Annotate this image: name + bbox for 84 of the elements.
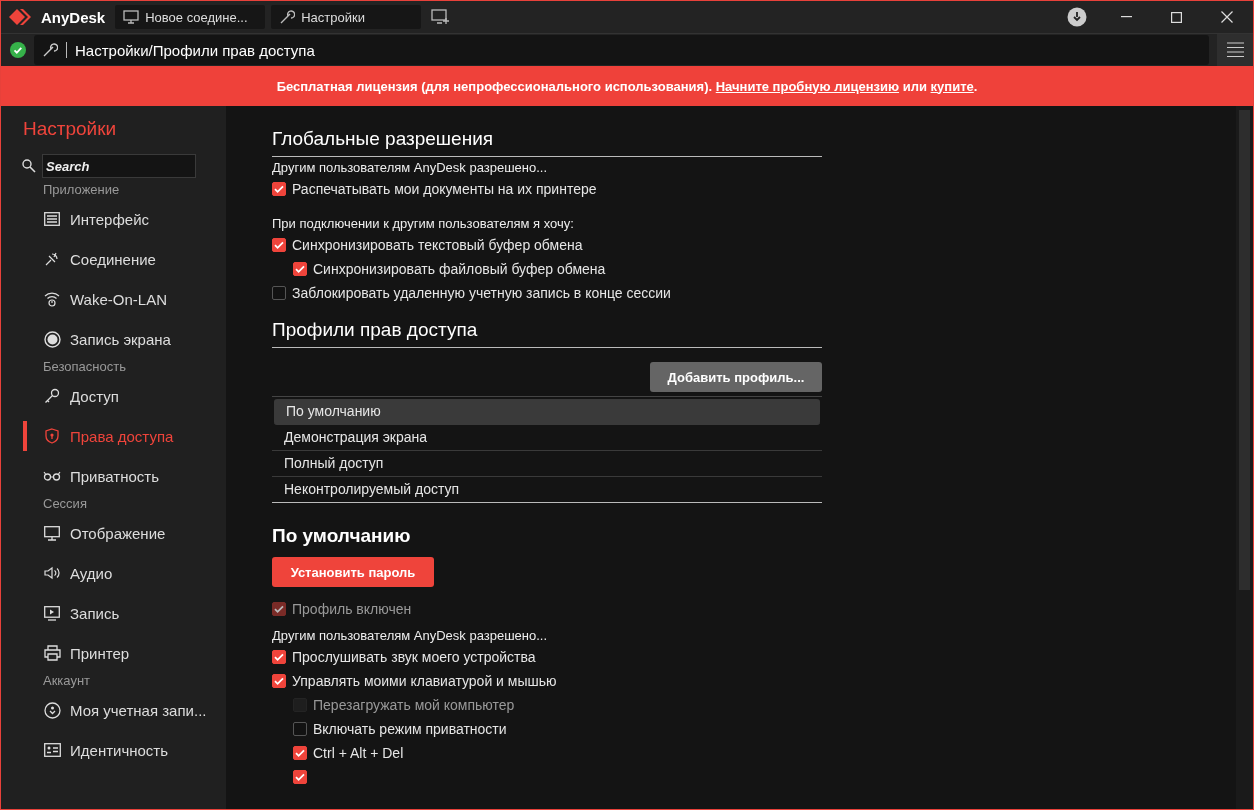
option-label: Прослушивать звук моего устройства	[292, 649, 536, 665]
printer-icon	[43, 645, 61, 661]
add-profile-button[interactable]: Добавить профиль...	[650, 362, 822, 392]
monitor-icon	[123, 10, 140, 24]
checkbox[interactable]	[272, 286, 286, 300]
banner-period: .	[973, 78, 978, 94]
sidebar-item[interactable]: Соединение	[1, 239, 226, 279]
option-label: Распечатывать мои документы на их принтере	[292, 181, 597, 197]
record-icon	[43, 330, 61, 348]
profile-list-item[interactable]: Полный доступ	[272, 451, 822, 477]
search-icon	[22, 159, 36, 173]
sidebar-item[interactable]: Идентичность	[1, 730, 226, 770]
license-notice: Бесплатная лицензия (для непрофессионального использования).	[276, 78, 713, 94]
minimize-icon[interactable]	[1121, 16, 1132, 18]
checkbox[interactable]	[293, 722, 307, 736]
section-title: Глобальные разрешения	[272, 128, 822, 157]
sidebar-item[interactable]: Интерфейс	[1, 199, 226, 239]
id-card-icon	[43, 743, 61, 757]
profile-list-item[interactable]: Демонстрация экрана	[272, 425, 822, 451]
sidebar-item[interactable]: Приватность	[1, 456, 226, 496]
satellite-icon	[44, 251, 60, 267]
intro-text: При подключении к другим пользователям я хочу:	[272, 215, 575, 233]
profile-list-item[interactable]: По умолчанию	[274, 399, 820, 425]
profile-list-item[interactable]: Неконтролируемый доступ	[272, 477, 822, 502]
address-field[interactable]: Настройки/Профили прав доступа	[34, 35, 1209, 65]
checkbox[interactable]	[272, 674, 286, 688]
app-name: AnyDesk	[41, 8, 106, 26]
menu-icon	[1226, 42, 1244, 58]
key-icon	[44, 388, 60, 404]
sidebar-item[interactable]: Отображение	[1, 513, 226, 553]
sidebar-item[interactable]: Доступ	[1, 376, 226, 416]
checkbox[interactable]	[293, 262, 307, 276]
option-label: Управлять моими клавиатурой и мышью	[292, 673, 557, 689]
option-label: Заблокировать удаленную учетную запись в конце сессии	[292, 285, 671, 301]
sidebar-item[interactable]: Права доступа	[1, 416, 226, 456]
new-tab-icon[interactable]	[431, 9, 450, 25]
trial-license-link[interactable]: Начните пробную лицензию	[715, 78, 900, 94]
tab[interactable]: Настройки	[271, 5, 422, 29]
sidebar-item[interactable]: Принтер	[1, 633, 226, 673]
shield-icon	[45, 428, 59, 444]
option-label: Перезагружать мой компьютер	[313, 697, 515, 713]
intro-text: Другим пользователям AnyDesk разрешено...	[272, 159, 549, 177]
settings-title: Настройки	[22, 118, 118, 140]
sidebar-item[interactable]: Запись экрана	[1, 319, 226, 359]
wifi-power-icon	[44, 291, 60, 307]
group-label: Аккаунт	[42, 673, 92, 690]
option-label: Синхронизировать текстовый буфер обмена	[292, 237, 583, 253]
option-label: Включать режим приватности	[313, 721, 507, 737]
wrench-icon	[42, 42, 58, 58]
monitor-icon	[44, 525, 60, 541]
account-icon	[43, 701, 61, 719]
buy-link[interactable]: купите	[930, 78, 974, 94]
sidebar-item[interactable]: Запись	[1, 593, 226, 633]
scrollbar[interactable]	[1236, 106, 1253, 809]
maximize-icon[interactable]	[1171, 11, 1182, 23]
tab[interactable]: Новое соедине...	[115, 5, 266, 29]
banner-joiner: или	[902, 78, 927, 94]
wrench-icon	[279, 9, 296, 25]
group-label: Приложение	[42, 182, 121, 199]
checkbox[interactable]	[272, 650, 286, 664]
option-label: Профиль включен	[292, 601, 412, 617]
set-password-button[interactable]: Установить пароль	[272, 557, 434, 587]
sidebar-item[interactable]: Аудио	[1, 553, 226, 593]
intro-text: Другим пользователям AnyDesk разрешено...	[272, 627, 549, 645]
download-icon[interactable]	[1067, 7, 1087, 27]
glasses-icon	[43, 471, 61, 481]
speaker-icon	[43, 566, 61, 580]
close-icon[interactable]	[1221, 11, 1233, 23]
video-icon	[44, 605, 60, 621]
group-label: Безопасность	[42, 359, 127, 376]
search-field[interactable]: Search	[42, 154, 196, 178]
menu-button[interactable]	[1217, 34, 1253, 66]
checkbox[interactable]	[293, 770, 307, 784]
interface-icon	[44, 212, 60, 226]
option-label: Ctrl + Alt + Del	[313, 745, 404, 761]
checkbox[interactable]	[272, 238, 286, 252]
option-label: Синхронизировать файловый буфер обмена	[313, 261, 606, 277]
section-title: Профили прав доступа	[272, 319, 822, 348]
checkbox[interactable]	[293, 746, 307, 760]
checkbox[interactable]	[272, 182, 286, 196]
sidebar-item[interactable]: Моя учетная запи...	[1, 690, 226, 730]
profile-title: По умолчанию	[272, 525, 412, 547]
sidebar-item[interactable]: Wake-On-LAN	[1, 279, 226, 319]
group-label: Сессия	[42, 496, 88, 513]
